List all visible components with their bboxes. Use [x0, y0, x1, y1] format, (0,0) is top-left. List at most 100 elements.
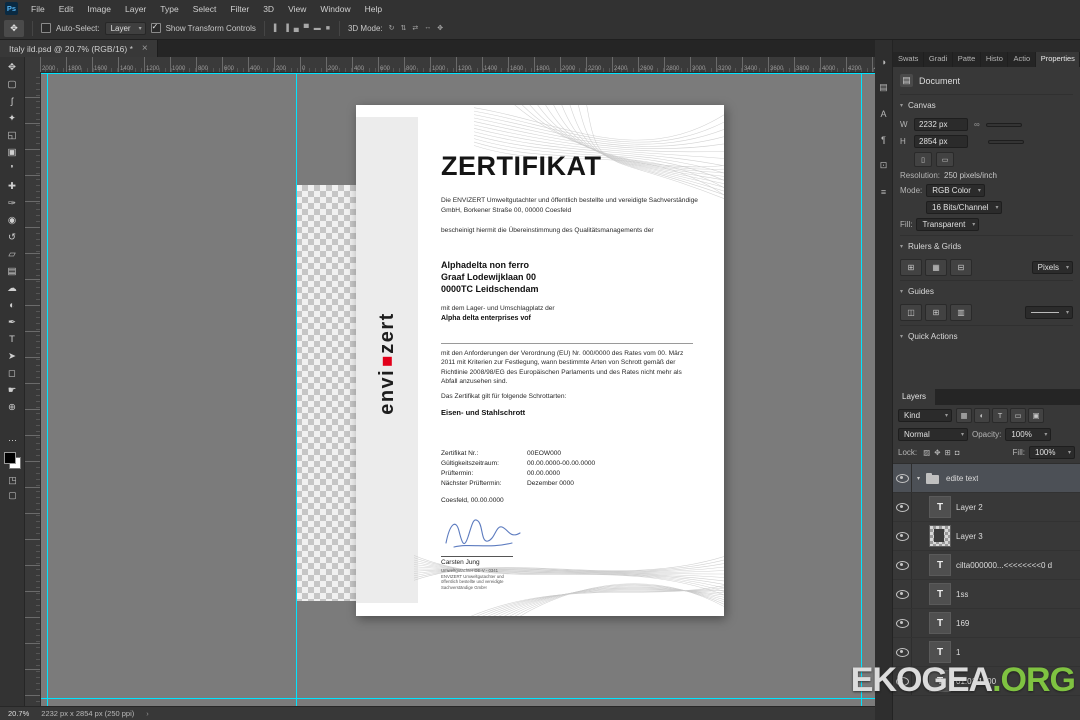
- document-tab[interactable]: Italy ild.psd @ 20.7% (RGB/16) * ×: [0, 40, 158, 57]
- status-options-arrow[interactable]: ›: [146, 709, 149, 718]
- marquee-tool[interactable]: ▢: [1, 76, 24, 93]
- auto-select-dropdown[interactable]: Layer: [104, 21, 146, 35]
- visibility-toggle[interactable]: [893, 522, 912, 550]
- ruler-grid-toggle-icon[interactable]: ⊞: [900, 259, 922, 276]
- eraser-tool[interactable]: ▱: [1, 246, 24, 263]
- rectangle-tool[interactable]: ◻: [1, 365, 24, 382]
- mode3d-icon[interactable]: ✥: [436, 24, 444, 32]
- mode3d-icon[interactable]: ↻: [388, 24, 396, 32]
- auto-select-checkbox[interactable]: [41, 23, 51, 33]
- layer-row[interactable]: Layer 2: [893, 493, 1080, 522]
- menu-item[interactable]: Image: [80, 0, 118, 17]
- panel-tab[interactable]: Patte: [953, 52, 981, 67]
- panel-tab[interactable]: Gradi: [924, 52, 953, 67]
- path-selection-tool[interactable]: ➤: [1, 348, 24, 365]
- canvas-fill-dropdown[interactable]: Transparent: [916, 218, 980, 231]
- lasso-tool[interactable]: ʃ: [1, 93, 24, 110]
- rulers-grids-section-header[interactable]: Rulers & Grids: [900, 235, 1073, 255]
- align-icon[interactable]: ▬: [313, 25, 322, 32]
- history-brush-tool[interactable]: ↺: [1, 229, 24, 246]
- menu-item[interactable]: Window: [313, 0, 357, 17]
- menu-item[interactable]: Filter: [223, 0, 256, 17]
- visibility-toggle[interactable]: [893, 580, 912, 608]
- menu-item[interactable]: Type: [153, 0, 185, 17]
- blur-tool[interactable]: ☁: [1, 280, 24, 297]
- screen-mode-icon[interactable]: ▢: [1, 488, 24, 503]
- adjustments-panel-icon[interactable]: ◑: [876, 54, 892, 69]
- color-mode-dropdown[interactable]: RGB Color: [926, 184, 985, 197]
- canvas-section-header[interactable]: Canvas: [900, 94, 1073, 114]
- info-panel-icon[interactable]: ≡: [876, 184, 892, 199]
- menu-item[interactable]: Edit: [52, 0, 81, 17]
- lock-icon[interactable]: ✥: [932, 448, 942, 457]
- bit-depth-dropdown[interactable]: 16 Bits/Channel: [926, 201, 1003, 214]
- landscape-orientation-button[interactable]: [936, 152, 954, 167]
- layers-tab[interactable]: Layers: [893, 389, 936, 405]
- crop-tool[interactable]: ◱: [1, 127, 24, 144]
- ruler-grid-toggle-icon[interactable]: ⊟: [950, 259, 972, 276]
- guides-section-header[interactable]: Guides: [900, 280, 1073, 300]
- panel-tab[interactable]: Swats: [893, 52, 924, 67]
- group-chevron-icon[interactable]: [917, 475, 920, 482]
- layer-filter-icon[interactable]: T: [992, 408, 1008, 423]
- guide-style-dropdown[interactable]: [1025, 306, 1073, 319]
- healing-brush-tool[interactable]: ✚: [1, 178, 24, 195]
- panel-tab[interactable]: Histo: [981, 52, 1009, 67]
- clone-source-panel-icon[interactable]: ⊡: [876, 158, 892, 173]
- dodge-tool[interactable]: ◐: [1, 297, 24, 314]
- pen-tool[interactable]: ✒: [1, 314, 24, 331]
- guide-horizontal-top[interactable]: [40, 73, 875, 74]
- layer-row[interactable]: Layer 3: [893, 522, 1080, 551]
- menu-item[interactable]: File: [24, 0, 52, 17]
- guide-vertical-canvas-left[interactable]: [296, 72, 297, 706]
- move-tool[interactable]: ✥: [1, 59, 24, 76]
- visibility-toggle[interactable]: [893, 493, 912, 521]
- quick-actions-section-header[interactable]: Quick Actions: [900, 325, 1073, 345]
- hand-tool[interactable]: ☛: [1, 382, 24, 399]
- layer-filter-icon[interactable]: ◐: [974, 408, 990, 423]
- canvas-viewport[interactable]: envi zert ZERTIFIKAT Die ENVIZERT Umwelt…: [40, 72, 875, 706]
- canvas-width-field[interactable]: 2232 px: [914, 118, 968, 131]
- menu-item[interactable]: View: [281, 0, 313, 17]
- quick-mask-icon[interactable]: ◳: [1, 473, 24, 488]
- portrait-orientation-button[interactable]: [914, 152, 932, 167]
- layer-filter-icon[interactable]: ▣: [1028, 408, 1044, 423]
- zoom-level-field[interactable]: 20.7%: [8, 709, 29, 718]
- vertical-ruler[interactable]: [25, 72, 41, 706]
- close-icon[interactable]: ×: [142, 43, 148, 54]
- eyedropper-tool[interactable]: ❜: [1, 161, 24, 178]
- guide-vertical-left[interactable]: [47, 72, 48, 706]
- link-dimensions-icon[interactable]: [974, 120, 980, 129]
- foreground-color-swatch[interactable]: [4, 452, 16, 464]
- zoom-tool[interactable]: ⊕: [1, 399, 24, 416]
- horizontal-ruler[interactable]: 2000 1800 1600 1400 1200 1000 800 600 400 200 0 200…: [40, 57, 875, 73]
- opacity-dropdown[interactable]: 100%: [1005, 428, 1052, 441]
- guide-vertical-right[interactable]: [861, 72, 862, 706]
- align-icon[interactable]: ▀: [303, 25, 310, 32]
- layer-row[interactable]: 1ss: [893, 580, 1080, 609]
- character-panel-icon[interactable]: A: [876, 106, 892, 121]
- color-swatches[interactable]: [4, 452, 21, 469]
- panel-tab[interactable]: Actio: [1008, 52, 1036, 67]
- frame-tool[interactable]: ▣: [1, 144, 24, 161]
- layer-filter-icon[interactable]: ▭: [1010, 408, 1026, 423]
- visibility-toggle[interactable]: [893, 609, 912, 637]
- guide-toggle-icon[interactable]: ▥: [950, 304, 972, 321]
- layer-filter-icon[interactable]: ▦: [956, 408, 972, 423]
- guide-toggle-icon[interactable]: ⊞: [925, 304, 947, 321]
- lock-icon[interactable]: ▨: [921, 448, 932, 457]
- units-dropdown[interactable]: Pixels: [1031, 261, 1073, 274]
- visibility-toggle[interactable]: [893, 464, 912, 492]
- canvas-height-field[interactable]: 2854 px: [914, 135, 968, 148]
- align-icon[interactable]: ■: [325, 25, 331, 32]
- brush-tool[interactable]: ✑: [1, 195, 24, 212]
- ruler-grid-toggle-icon[interactable]: ▦: [925, 259, 947, 276]
- menu-item[interactable]: 3D: [256, 0, 281, 17]
- align-icon[interactable]: ▐: [283, 25, 290, 32]
- layer-row[interactable]: edite text: [893, 464, 1080, 493]
- guide-horizontal-bottom[interactable]: [40, 698, 875, 699]
- clone-stamp-tool[interactable]: ◉: [1, 212, 24, 229]
- layer-row[interactable]: cilta000000...<<<<<<<<0 d: [893, 551, 1080, 580]
- type-tool[interactable]: T: [1, 331, 24, 348]
- paragraph-panel-icon[interactable]: ¶: [876, 132, 892, 147]
